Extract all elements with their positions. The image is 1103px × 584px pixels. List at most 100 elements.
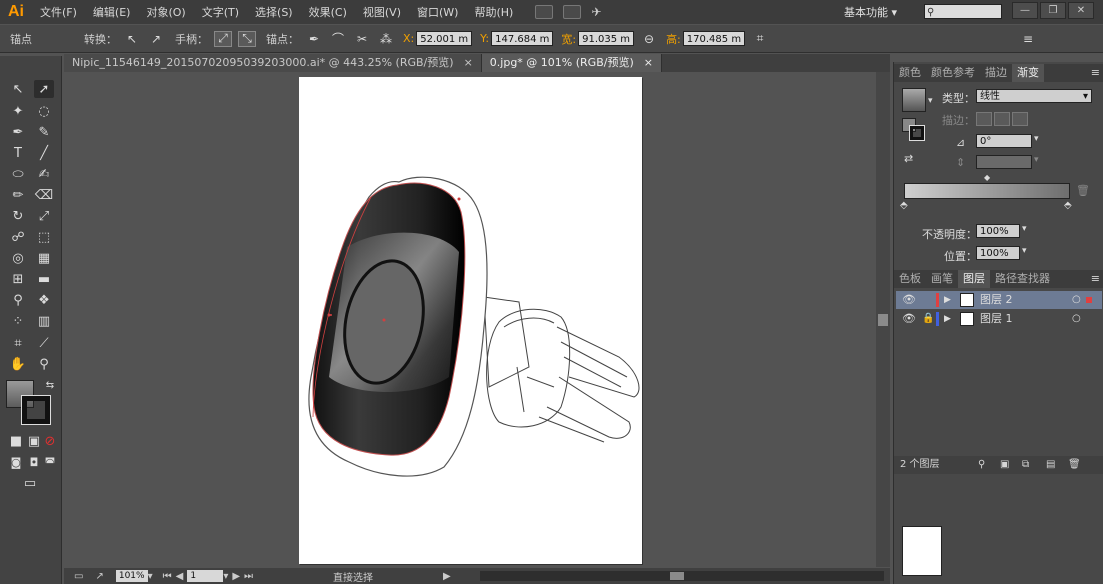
stroke-mini-icon[interactable] xyxy=(909,125,925,141)
horizontal-scrollbar[interactable] xyxy=(480,571,884,581)
rotate-tool-icon[interactable]: ↻ xyxy=(8,207,28,225)
vertical-scroll-thumb[interactable] xyxy=(878,314,888,326)
menu-effect[interactable]: 效果(C) xyxy=(301,4,355,20)
none-mode-icon[interactable]: ⊘ xyxy=(40,432,60,450)
transform-icon[interactable]: ⌗ xyxy=(751,31,769,47)
chevron-down-icon[interactable]: ▾ xyxy=(223,571,228,582)
eyedropper-tool-icon[interactable]: ⚲ xyxy=(8,291,28,309)
selection-tool-icon[interactable]: ↖ xyxy=(8,80,28,98)
menu-type[interactable]: 文字(T) xyxy=(194,4,247,20)
width-field[interactable]: 91.035 m xyxy=(578,31,635,46)
panel-menu-icon[interactable]: ≡ xyxy=(1091,270,1103,288)
page-select[interactable]: 1 xyxy=(187,570,224,582)
cut-path-icon[interactable]: ✂ xyxy=(353,31,371,47)
y-field[interactable]: 147.684 m xyxy=(491,31,554,46)
gradient-type-select[interactable]: 线性 ▾ xyxy=(976,89,1092,103)
remove-anchor-icon[interactable]: ✒ xyxy=(305,31,323,47)
pencil-tool-icon[interactable]: ✏ xyxy=(8,186,28,204)
tab-stroke[interactable]: 描边 xyxy=(980,64,1012,82)
history-icon[interactable]: ▭ xyxy=(74,571,83,582)
delete-layer-icon[interactable]: 🗑 xyxy=(1068,456,1081,474)
chevron-down-icon[interactable]: ▾ xyxy=(1034,134,1039,144)
tab-color[interactable]: 颜色 xyxy=(894,64,926,82)
target-circle-icon[interactable]: ○ xyxy=(1072,291,1081,309)
menu-window[interactable]: 窗口(W) xyxy=(409,4,466,20)
layer-row[interactable]: 👁 ▶ 图层 2 ○ xyxy=(896,291,1102,309)
artboard-tool-icon[interactable]: ⌗ xyxy=(8,334,28,352)
zoom-tool-icon[interactable]: ⚲ xyxy=(34,355,54,373)
gradient-tool-icon[interactable]: ▬ xyxy=(34,270,54,288)
target-circle-icon[interactable]: ○ xyxy=(1072,310,1081,328)
column-graph-tool-icon[interactable]: ▥ xyxy=(34,312,54,330)
draw-inside-icon[interactable]: ◚ xyxy=(40,453,60,471)
height-field[interactable]: 170.485 m xyxy=(682,31,746,46)
chevron-down-icon[interactable]: ▾ xyxy=(148,571,153,582)
connect-anchor-icon[interactable]: ⌒ xyxy=(329,31,347,47)
line-tool-icon[interactable]: ╱ xyxy=(34,144,54,162)
show-handles-icon[interactable]: ⤢ xyxy=(214,30,232,47)
visibility-eye-icon[interactable]: 👁 xyxy=(902,291,916,309)
screen-mode-icon[interactable]: ▭ xyxy=(20,474,40,492)
horizontal-scroll-thumb[interactable] xyxy=(670,572,684,580)
new-layer-icon[interactable]: ▤ xyxy=(1046,456,1055,474)
perspective-grid-tool-icon[interactable]: ▦ xyxy=(34,249,54,267)
chevron-down-icon[interactable]: ▾ xyxy=(1022,224,1027,234)
make-clipping-mask-icon[interactable]: ▣ xyxy=(1000,456,1009,474)
tab-swatches[interactable]: 色板 xyxy=(894,270,926,288)
minimize-button[interactable]: — xyxy=(1012,2,1038,19)
pen-tool-icon[interactable]: ✒ xyxy=(8,123,28,141)
direct-selection-tool-icon[interactable]: ➚ xyxy=(34,80,54,98)
arrange-documents-icon[interactable] xyxy=(563,5,582,19)
symbol-sprayer-tool-icon[interactable]: ⁘ xyxy=(8,312,28,330)
lock-icon[interactable]: 🔒 xyxy=(922,310,934,328)
expand-arrow-icon[interactable]: ▶ xyxy=(944,310,951,328)
swap-fill-stroke-icon[interactable]: ⇆ xyxy=(40,376,60,394)
tab-color-guide[interactable]: 颜色参考 xyxy=(926,64,980,82)
magic-wand-tool-icon[interactable]: ✦ xyxy=(8,102,28,120)
visibility-eye-icon[interactable]: 👁 xyxy=(902,310,916,328)
tab-close-icon[interactable]: × xyxy=(644,54,653,72)
status-menu-arrow-icon[interactable]: ▶ xyxy=(443,571,451,582)
layer-name[interactable]: 图层 2 xyxy=(980,291,1013,309)
locate-object-icon[interactable]: ⚲ xyxy=(978,456,985,474)
phone-holder-illustration[interactable] xyxy=(299,77,642,564)
eraser-tool-icon[interactable]: ⌫ xyxy=(34,186,54,204)
midpoint-diamond-icon[interactable]: ◆ xyxy=(984,173,990,182)
hand-tool-icon[interactable]: ✋ xyxy=(8,355,28,373)
draw-normal-icon[interactable]: ◙ xyxy=(6,453,26,471)
chevron-down-icon[interactable]: ▾ xyxy=(928,96,933,106)
ellipse-tool-icon[interactable]: ⬭ xyxy=(8,165,28,183)
menu-edit[interactable]: 编辑(E) xyxy=(85,4,139,20)
x-field[interactable]: 52.001 m xyxy=(416,31,473,46)
tab-layers[interactable]: 图层 xyxy=(958,270,990,288)
hide-handles-icon[interactable]: ⤡ xyxy=(238,30,256,47)
location-field[interactable]: 100% xyxy=(976,246,1020,260)
new-sublayer-icon[interactable]: ⧉ xyxy=(1022,456,1029,474)
next-page-icon[interactable]: ▶ xyxy=(232,571,240,582)
angle-field[interactable]: 0° xyxy=(976,134,1032,148)
close-button[interactable]: ✕ xyxy=(1068,2,1094,19)
tab-pathfinder[interactable]: 路径查找器 xyxy=(990,270,1055,288)
opacity-field[interactable]: 100% xyxy=(976,224,1020,238)
shape-builder-tool-icon[interactable]: ◎ xyxy=(8,249,28,267)
scale-tool-icon[interactable]: ⤢ xyxy=(34,207,54,225)
panel-menu-icon[interactable]: ≡ xyxy=(1019,31,1037,47)
gradient-stop-left-icon[interactable]: ⬘ xyxy=(900,200,908,211)
menu-object[interactable]: 对象(O) xyxy=(138,4,193,20)
chevron-down-icon[interactable]: ▾ xyxy=(1022,246,1027,256)
tab-brushes[interactable]: 画笔 xyxy=(926,270,958,288)
vertical-scrollbar[interactable] xyxy=(876,72,890,567)
convert-to-corner-icon[interactable]: ↖ xyxy=(123,31,141,47)
gpu-performance-icon[interactable]: ✈ xyxy=(591,5,609,19)
help-search-input[interactable]: ⚲ xyxy=(924,4,1002,19)
link-proportions-icon[interactable]: ⊖ xyxy=(640,31,658,47)
menu-view[interactable]: 视图(V) xyxy=(355,4,409,20)
workspace-switcher[interactable]: 基本功能 ▾ xyxy=(844,4,897,20)
tab-0-jpg[interactable]: 0.jpg* @ 101% (RGB/预览) × xyxy=(481,54,662,72)
panel-menu-icon[interactable]: ≡ xyxy=(1091,64,1103,82)
free-transform-tool-icon[interactable]: ⬚ xyxy=(34,228,54,246)
layer-name[interactable]: 图层 1 xyxy=(980,310,1013,328)
type-tool-icon[interactable]: T xyxy=(8,144,28,162)
stroke-gradient-options-icon[interactable] xyxy=(976,112,1028,126)
tab-close-icon[interactable]: × xyxy=(464,54,473,72)
